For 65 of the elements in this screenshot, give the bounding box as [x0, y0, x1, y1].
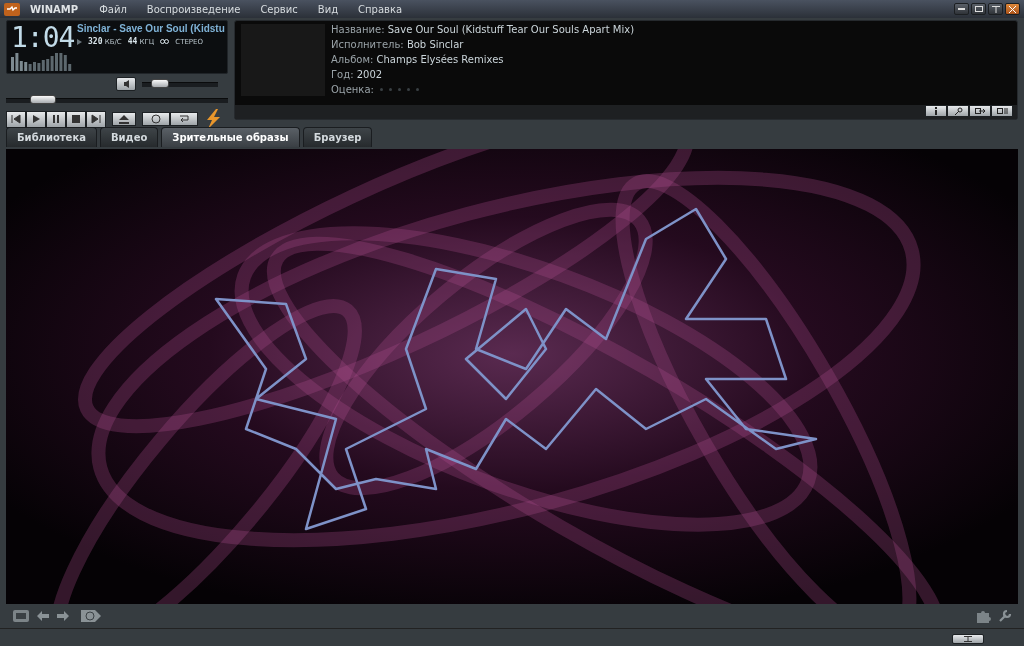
track-info-text: Исполнитель: Bob Sinclar: [331, 38, 465, 51]
info-button[interactable]: [925, 105, 947, 117]
close-icon: [1009, 5, 1016, 13]
forward-arrow-icon[interactable]: [56, 610, 70, 622]
menu-item[interactable]: Воспроизведение: [141, 3, 246, 15]
maximize-icon: [974, 6, 983, 12]
tab[interactable]: Видео: [99, 127, 159, 147]
tab[interactable]: Библиотека: [6, 127, 97, 147]
previous-button[interactable]: [6, 110, 26, 128]
play-icon: [31, 114, 41, 124]
export-icon: [974, 107, 986, 115]
seek-slider[interactable]: [29, 95, 56, 104]
minimize-button[interactable]: [954, 3, 969, 15]
rating-label: Оценка:: [331, 83, 374, 96]
collapse-icon: [964, 635, 972, 642]
edit-button[interactable]: [947, 105, 969, 117]
close-button[interactable]: [1005, 3, 1020, 15]
track-info-text: Название: Save Our Soul (Kidstuff Tear Our Souls Apart Mix): [331, 23, 635, 36]
mute-button[interactable]: [116, 77, 136, 91]
stop-button[interactable]: [66, 110, 86, 128]
play-button[interactable]: [26, 110, 46, 128]
eject-icon: [118, 114, 130, 124]
volume-slider[interactable]: [151, 78, 169, 88]
magnifier-icon: [953, 107, 963, 115]
track-info-text: Альбом: Champs Elysées Remixes: [331, 53, 505, 66]
back-arrow-icon[interactable]: [36, 610, 50, 622]
pin-icon: [991, 5, 1000, 13]
tab[interactable]: Зрительные образы: [161, 127, 300, 147]
collapse-button[interactable]: [952, 633, 984, 644]
pause-icon: [51, 114, 61, 124]
stereo-icon: [160, 39, 170, 44]
shuffle-button[interactable]: [142, 112, 170, 126]
track-info-text: Год: 2002: [331, 68, 384, 81]
wrench-icon[interactable]: [998, 609, 1012, 623]
monitor-icon[interactable]: [12, 609, 30, 623]
tab[interactable]: Браузер: [302, 127, 373, 147]
app-logo-icon[interactable]: [4, 2, 20, 16]
repeat-icon: [178, 114, 190, 124]
send-button[interactable]: [969, 105, 991, 117]
skip-back-icon: [11, 114, 21, 124]
menu-item[interactable]: Справка: [353, 3, 408, 15]
pause-button[interactable]: [46, 110, 66, 128]
list-icon: [996, 107, 1008, 115]
next-button[interactable]: [86, 110, 106, 128]
track-title: Sinclar - Save Our Soul (Kidstu: [77, 23, 226, 34]
skip-forward-icon: [91, 114, 101, 124]
repeat-button[interactable]: [170, 112, 198, 126]
menu-item[interactable]: Сервис: [255, 3, 303, 15]
puzzle-icon[interactable]: [976, 609, 992, 623]
info-icon: [932, 107, 940, 115]
layout-button[interactable]: [991, 105, 1013, 117]
spectrum-analyzer-drawing: [11, 53, 73, 71]
numbered-arrow-icon[interactable]: [80, 609, 102, 623]
play-state-icon: [77, 38, 82, 45]
lightning-bolt-icon[interactable]: [204, 109, 222, 129]
window-title: WINAMP: [30, 3, 79, 15]
menu-item[interactable]: Файл: [94, 3, 132, 15]
time-display: 1:04: [11, 23, 73, 53]
pin-button[interactable]: [988, 3, 1003, 15]
circle-icon: [150, 114, 162, 124]
eject-button[interactable]: [112, 112, 136, 126]
stop-icon: [71, 114, 81, 124]
maximize-button[interactable]: [971, 3, 986, 15]
menu-item[interactable]: Вид: [312, 3, 344, 15]
minimize-icon: [958, 8, 965, 10]
